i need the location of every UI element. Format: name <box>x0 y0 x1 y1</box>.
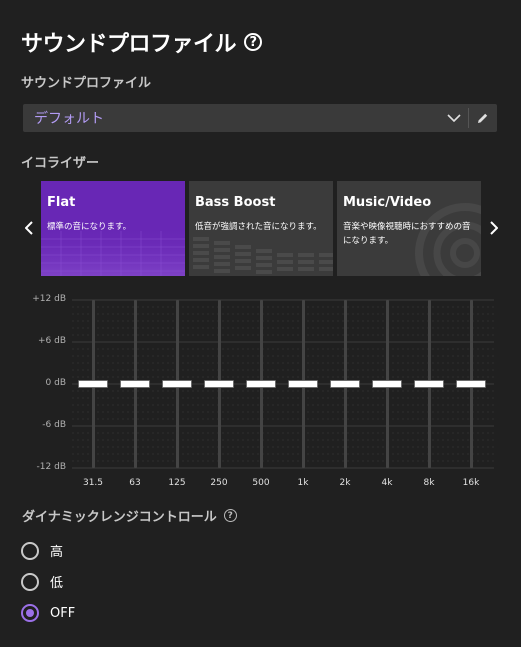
help-icon[interactable]: ? <box>244 33 263 51</box>
equalizer-graph: +12 dB +6 dB 0 dB -6 dB -12 dB 31.5 63 125 250 5… <box>0 290 521 490</box>
band-freq-label: 16k <box>462 478 480 488</box>
preset-music-video-name: Music/Video <box>343 195 432 210</box>
preset-card-flat[interactable]: Flat 標準の音になります。 <box>41 181 185 276</box>
band-slider-knob[interactable] <box>204 380 234 388</box>
y-tick-label: -6 dB <box>42 420 66 430</box>
band-freq-label: 1k <box>297 478 309 488</box>
drc-option-low[interactable]: 低 <box>21 572 63 591</box>
band-freq-label: 31.5 <box>82 478 104 488</box>
y-tick-label: +6 dB <box>37 336 66 346</box>
radio-icon[interactable] <box>21 541 39 560</box>
drc-option-high[interactable]: 高 <box>21 541 63 560</box>
preset-bass-boost-name: Bass Boost <box>195 195 276 210</box>
preset-flat-name: Flat <box>47 195 76 210</box>
preset-card-bass-boost[interactable]: Bass Boost 低音が強調された音になります。 <box>189 181 333 276</box>
page-title: サウンドプロファイル ? <box>21 26 263 58</box>
preset-flat-desc: 標準の音になります。 <box>47 222 132 232</box>
drc-option-low-label: 低 <box>50 576 64 591</box>
carousel-prev-icon[interactable] <box>21 218 37 238</box>
drc-option-off-label: OFF <box>50 605 76 621</box>
y-tick-label: 0 dB <box>45 378 66 388</box>
band-freq-label: 2k <box>339 478 351 488</box>
band-slider-knob[interactable] <box>288 380 318 388</box>
band-slider-knob[interactable] <box>246 380 276 388</box>
sound-profile-label: サウンドプロファイル <box>21 76 152 91</box>
drc-option-off[interactable]: OFF <box>21 604 75 622</box>
page-title-text: サウンドプロファイル <box>21 32 237 57</box>
preset-music-video-desc: 音楽や映像視聴時におすすめの音になります。 <box>343 222 471 246</box>
band-freq-label: 125 <box>168 478 186 488</box>
edit-pencil-icon[interactable] <box>469 104 497 132</box>
y-tick-label: -12 dB <box>36 462 66 472</box>
band-slider-knob[interactable] <box>78 380 108 388</box>
band-freq-label: 8k <box>423 478 435 488</box>
band-slider-knob[interactable] <box>162 380 192 388</box>
band-slider-knob[interactable] <box>120 380 150 388</box>
band-freq-label: 500 <box>252 478 270 488</box>
band-freq-label: 63 <box>129 478 141 488</box>
band-slider-knob[interactable] <box>372 380 402 388</box>
carousel-next-icon[interactable] <box>486 218 502 238</box>
drc-label: ダイナミックレンジコントロール ? <box>22 506 237 525</box>
drc-help-icon[interactable]: ? <box>223 509 237 522</box>
preset-bass-boost-desc: 低音が強調された音になります。 <box>195 222 322 232</box>
band-slider-knob[interactable] <box>414 380 444 388</box>
radio-checked-icon[interactable] <box>21 604 39 622</box>
drc-label-text: ダイナミックレンジコントロール <box>22 510 217 525</box>
sound-profile-dropdown[interactable]: デフォルト <box>23 104 497 132</box>
band-slider-knob[interactable] <box>456 380 486 388</box>
band-freq-label: 250 <box>210 478 228 488</box>
radio-icon[interactable] <box>21 572 39 591</box>
band-freq-label: 4k <box>381 478 393 488</box>
preset-card-music-video[interactable]: Music/Video 音楽や映像視聴時におすすめの音になります。 <box>337 181 481 276</box>
drc-option-high-label: 高 <box>50 545 64 560</box>
band-slider-knob[interactable] <box>330 380 360 388</box>
y-tick-label: +12 dB <box>32 294 66 304</box>
equalizer-label: イコライザー <box>21 156 100 171</box>
chevron-down-icon[interactable] <box>440 104 468 132</box>
sound-profile-selected: デフォルト <box>34 111 104 127</box>
